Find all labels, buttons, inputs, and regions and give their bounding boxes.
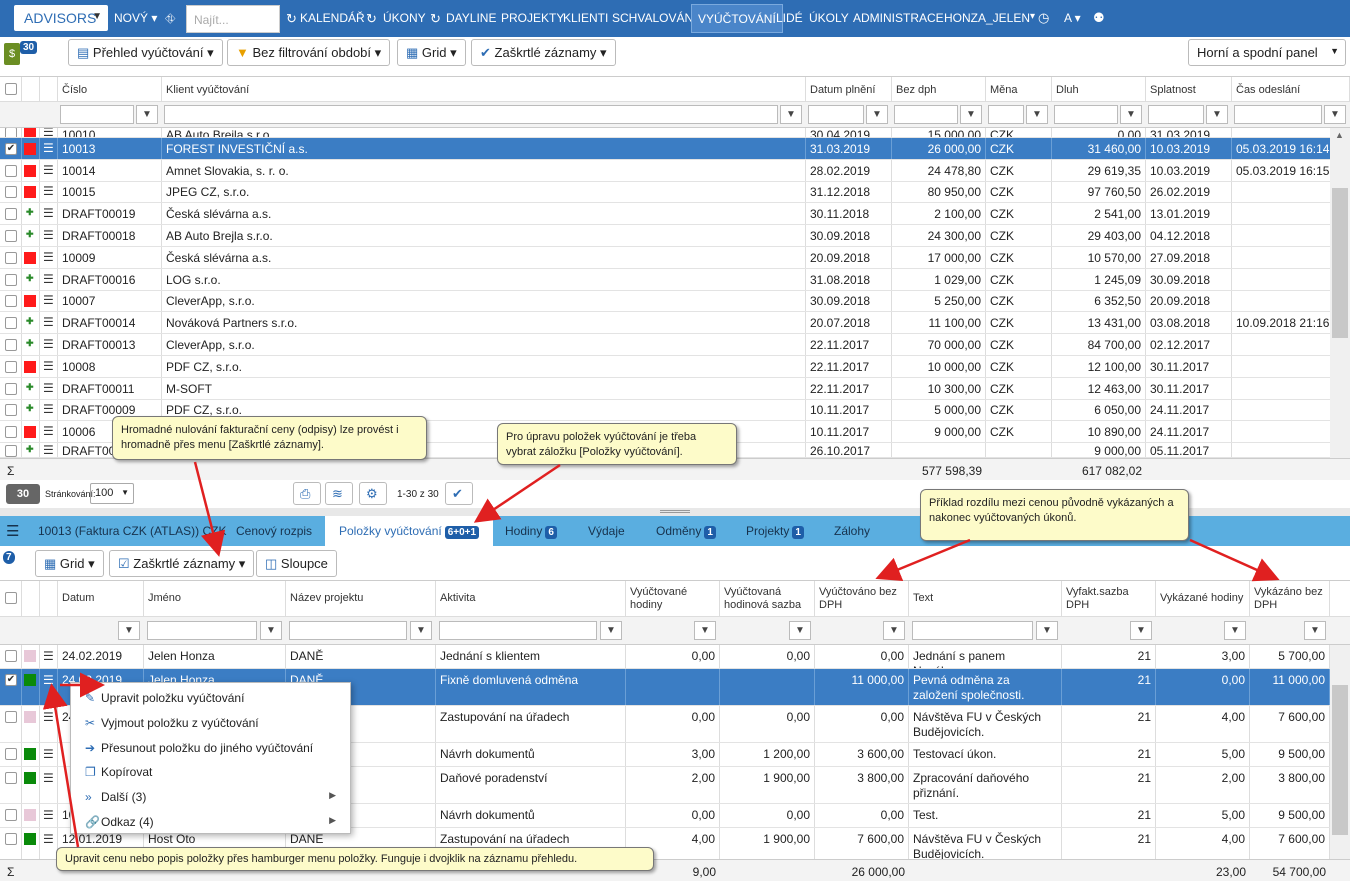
arrow-to-vyuctovano (875, 538, 971, 581)
arrow-to-checked-menu (193, 461, 226, 557)
arrow-to-hamburger (42, 683, 80, 848)
arrow-to-items-tab (473, 463, 561, 523)
annotation-arrows (42, 461, 1280, 848)
arrow-to-vykazano (1189, 538, 1280, 582)
